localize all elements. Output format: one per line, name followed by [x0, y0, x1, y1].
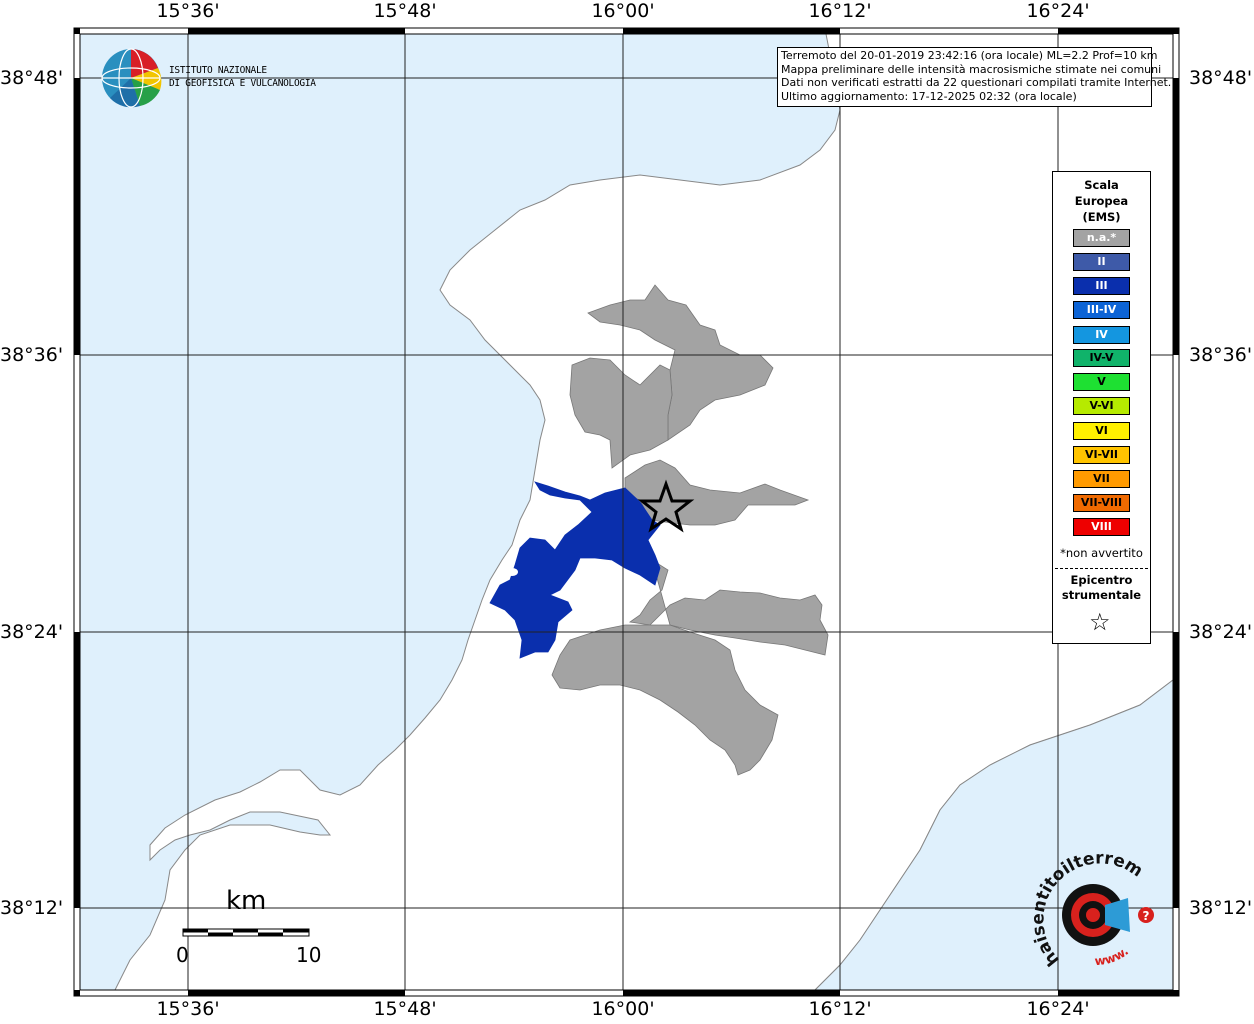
event-info-line: Dati non verificati estratti da 22 quest…: [781, 76, 1172, 89]
institute-name-line1: ISTITUTO NAZIONALE: [169, 65, 267, 76]
event-info-line: Terremoto del 20-01-2019 23:42:16 (ora l…: [781, 49, 1158, 62]
legend-title-line: Europea: [1074, 194, 1129, 208]
legend-swatch: VI-VII: [1073, 446, 1130, 464]
institute-name: ISTITUTO NAZIONALE DI GEOFISICA E VULCAN…: [169, 64, 316, 90]
tick-label-left: 38°24': [0, 621, 64, 643]
legend-swatch: III: [1073, 277, 1130, 295]
tick-label-left: 38°48': [0, 67, 64, 89]
scale-min-label: 0: [176, 943, 189, 967]
event-info-box: Terremoto del 20-01-2019 23:42:16 (ora l…: [777, 47, 1172, 107]
legend-title: Scala Europea (EMS): [1053, 177, 1150, 225]
legend-note: *non avvertito: [1060, 546, 1143, 560]
tick-label-top: 16°24': [1026, 0, 1090, 22]
legend-swatch: VII-VIII: [1073, 494, 1130, 512]
legend-epicenter-label: Epicentro strumentale: [1053, 573, 1150, 603]
legend-divider: [1055, 568, 1148, 569]
legend-swatch: III-IV: [1073, 301, 1130, 319]
scale-max-label: 10: [296, 943, 322, 967]
tick-label-bottom: 15°48': [373, 998, 437, 1020]
legend-title-line: Scala: [1084, 178, 1119, 192]
tick-label-right: 38°24': [1189, 621, 1253, 643]
intensity-legend: Scala Europea (EMS) n.a.* II III III-IV …: [1052, 171, 1151, 644]
legend-epicenter-line: Epicentro: [1070, 573, 1133, 587]
scale-unit-label: km: [226, 886, 267, 916]
tick-label-right: 38°12': [1189, 897, 1253, 919]
institute-name-line2: DI GEOFISICA E VULCANOLOGIA: [169, 78, 316, 89]
legend-swatch: V: [1073, 373, 1130, 391]
svg-text:?: ?: [1143, 909, 1150, 923]
legend-swatch: IV: [1073, 326, 1130, 344]
tick-label-right: 38°48': [1189, 67, 1253, 89]
legend-swatch: VIII: [1073, 518, 1130, 536]
tick-label-top: 15°36': [156, 0, 220, 22]
legend-swatch: n.a.*: [1073, 229, 1130, 247]
legend-swatch: II: [1073, 253, 1130, 271]
tick-label-top: 16°00': [591, 0, 655, 22]
legend-swatch: IV-V: [1073, 349, 1130, 367]
legend-swatch: VI: [1073, 422, 1130, 440]
tick-label-bottom: 15°36': [156, 998, 220, 1020]
legend-swatch: V-VI: [1073, 397, 1130, 415]
scale-bar: [182, 928, 310, 937]
tick-label-top: 16°12': [808, 0, 872, 22]
star-icon: ☆: [1089, 608, 1111, 636]
tick-label-right: 38°36': [1189, 344, 1253, 366]
lake-small: [506, 568, 518, 576]
tick-label-bottom: 16°24': [1026, 998, 1090, 1020]
event-info-line: Mappa preliminare delle intensità macros…: [781, 62, 1162, 76]
tick-label-bottom: 16°00': [591, 998, 655, 1020]
tick-label-left: 38°12': [0, 897, 64, 919]
legend-title-line: (EMS): [1082, 210, 1121, 224]
tick-label-top: 15°48': [373, 0, 437, 22]
legend-epicenter-line: strumentale: [1061, 588, 1142, 602]
tick-label-left: 38°36': [0, 344, 64, 366]
tick-label-bottom: 16°12': [808, 998, 872, 1020]
event-info-line: Ultimo aggiornamento: 17-12-2025 02:32 (…: [781, 89, 1077, 103]
legend-swatch: VII: [1073, 470, 1130, 488]
